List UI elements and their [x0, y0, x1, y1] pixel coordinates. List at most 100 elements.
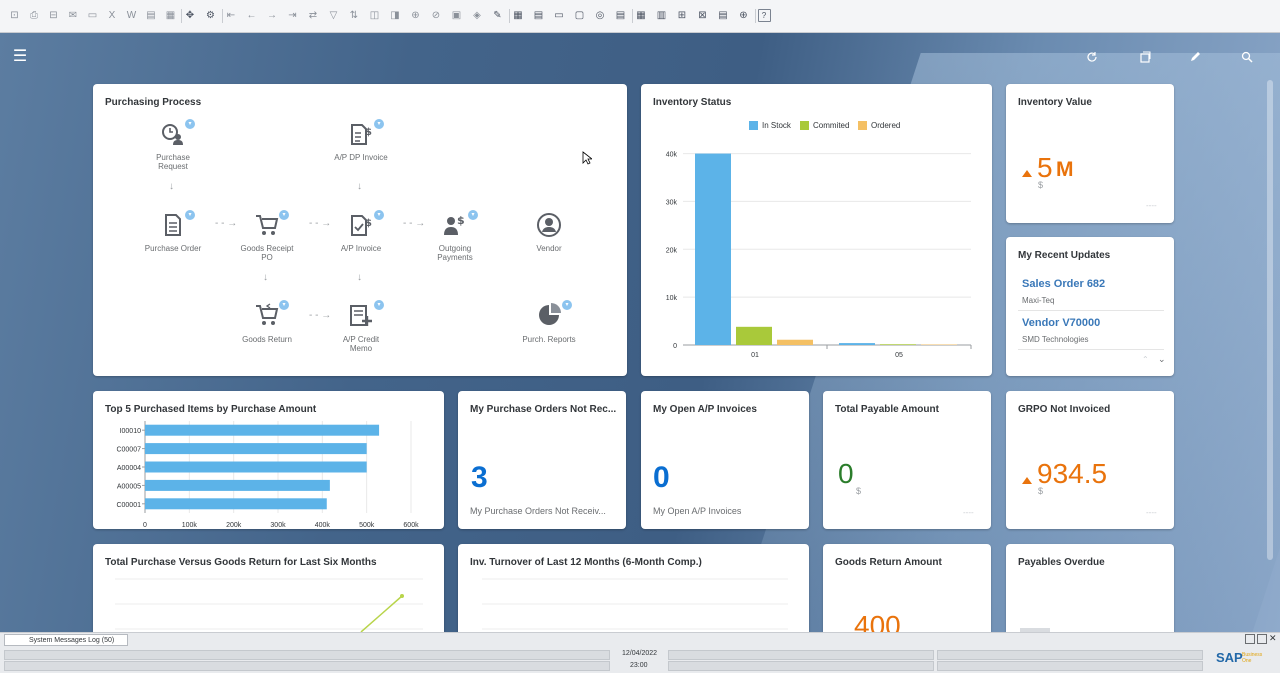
recent-item-link[interactable]: Vendor V70000 — [1022, 317, 1100, 329]
expand-icon[interactable]: ▾ — [185, 210, 195, 220]
service-icon[interactable]: ◎ — [594, 9, 607, 22]
target-document-icon[interactable]: ◨ — [389, 9, 402, 22]
goods-return-icon[interactable] — [254, 302, 280, 328]
grpo-not-invoiced-card[interactable]: GRPO Not Invoiced 934.5 $ ---- — [1006, 391, 1174, 529]
ap-invoice-icon[interactable]: $ — [348, 212, 374, 238]
base-document-icon[interactable]: ◫ — [368, 9, 381, 22]
browser-icon[interactable]: ⊕ — [737, 9, 750, 22]
cockpit-scrollbar[interactable] — [1267, 80, 1273, 560]
maximize-icon[interactable] — [1257, 634, 1267, 644]
ap-credit-memo-label[interactable]: A/P Credit Memo — [331, 335, 391, 353]
expand-icon[interactable]: ▾ — [562, 300, 572, 310]
copy-icon[interactable] — [1139, 51, 1151, 63]
print-preview-icon[interactable]: ⊟ — [47, 9, 60, 22]
expand-icon[interactable]: ▾ — [279, 210, 289, 220]
form-settings-icon[interactable]: ⊠ — [696, 9, 709, 22]
bar[interactable] — [145, 443, 367, 454]
bar[interactable] — [145, 462, 367, 473]
activity-icon[interactable]: ▢ — [573, 9, 586, 22]
total-payable-amount-card[interactable]: Total Payable Amount 0 $ ---- — [823, 391, 991, 529]
goods-return-amount-card[interactable]: Goods Return Amount 400 — [823, 544, 991, 632]
refresh-icon[interactable]: ⇄ — [307, 9, 320, 22]
payables-overdue-card[interactable]: Payables Overdue — [1006, 544, 1174, 632]
goods-return-label[interactable]: Goods Return — [237, 335, 297, 344]
calendar-icon[interactable]: ▦ — [512, 9, 525, 22]
expand-icon[interactable]: ▾ — [468, 210, 478, 220]
top5-purchased-items-chart[interactable]: 0100k200k300k400k500k600kI00010C00007A00… — [93, 391, 444, 529]
purchase-order-label[interactable]: Purchase Order — [143, 244, 203, 253]
ap-dp-invoice-icon[interactable]: $ — [348, 121, 374, 147]
ap-credit-memo-icon[interactable] — [348, 302, 374, 328]
goods-receipt-po-icon[interactable] — [254, 212, 280, 238]
refresh-icon[interactable] — [1086, 51, 1098, 63]
bar-commited[interactable] — [880, 344, 916, 345]
move-icon[interactable]: ✥ — [184, 9, 197, 22]
attach-icon[interactable]: ⊞ — [676, 9, 689, 22]
bar[interactable] — [145, 425, 379, 436]
inventory-value-card[interactable]: Inventory Value 5 M $ ---- — [1006, 84, 1174, 223]
purchase-order-icon[interactable] — [160, 212, 186, 238]
print-icon[interactable]: ⎙ — [28, 9, 41, 22]
inventory-status-chart[interactable]: 010k20k30k40k0105 — [641, 84, 992, 376]
close-icon[interactable]: ✕ — [1269, 633, 1277, 644]
draft-icon[interactable]: ✎ — [491, 9, 504, 22]
outgoing-payments-icon[interactable]: $ — [442, 212, 468, 238]
layout-icon[interactable]: ▥ — [655, 9, 668, 22]
chevron-down-icon[interactable]: ⌄ — [1158, 354, 1166, 365]
po-not-received-card[interactable]: My Purchase Orders Not Rec... 3 My Purch… — [458, 391, 626, 529]
query-icon[interactable]: ▤ — [532, 9, 545, 22]
lock-screen-icon[interactable]: ▦ — [164, 9, 177, 22]
bar-in-stock[interactable] — [695, 154, 731, 345]
filter-icon[interactable]: ▽ — [327, 9, 340, 22]
system-messages-tab[interactable]: System Messages Log (50) — [4, 634, 128, 646]
previous-record-icon[interactable]: ← — [245, 9, 258, 22]
sort-icon[interactable]: ⇅ — [348, 9, 361, 22]
inv-turnover-card[interactable]: Inv. Turnover of Last 12 Months (6-Month… — [458, 544, 809, 632]
expand-icon[interactable]: ▾ — [279, 300, 289, 310]
email-icon[interactable]: ✉ — [67, 9, 80, 22]
menu-icon[interactable]: ☰ — [9, 49, 31, 65]
vendor-icon[interactable] — [536, 212, 562, 238]
search-icon[interactable] — [1241, 51, 1253, 63]
help-icon[interactable]: ? — [758, 9, 771, 22]
purch-reports-label[interactable]: Purch. Reports — [509, 335, 589, 344]
first-record-icon[interactable]: ⇤ — [225, 9, 238, 22]
purchase-request-icon[interactable] — [160, 121, 186, 147]
goods-receipt-po-label[interactable]: Goods Receipt PO — [237, 244, 297, 262]
gross-profit-icon[interactable]: ⊘ — [430, 9, 443, 22]
bar[interactable] — [145, 498, 327, 509]
recent-item-link[interactable]: Sales Order 682 — [1022, 278, 1105, 290]
expand-icon[interactable]: ▾ — [374, 119, 384, 129]
sms-icon[interactable]: ▭ — [86, 9, 99, 22]
edit-icon[interactable] — [1189, 51, 1201, 63]
expand-icon[interactable]: ▾ — [185, 119, 195, 129]
settings-icon[interactable]: ⚙ — [204, 9, 217, 22]
next-record-icon[interactable]: → — [266, 9, 279, 22]
purchase-request-label[interactable]: Purchase Request — [143, 153, 203, 171]
purchase-vs-return-card[interactable]: Total Purchase Versus Goods Return for L… — [93, 544, 444, 632]
trans-journal-icon[interactable]: ▣ — [450, 9, 463, 22]
export-word-icon[interactable]: W — [125, 9, 138, 22]
expand-icon[interactable]: ▾ — [374, 210, 384, 220]
purch-reports-icon[interactable] — [536, 302, 562, 328]
payment-icon[interactable]: ◈ — [471, 9, 484, 22]
bar[interactable] — [145, 480, 330, 491]
crystal-icon[interactable]: ▦ — [635, 9, 648, 22]
report-icon[interactable]: ▤ — [614, 9, 627, 22]
message-icon[interactable]: ▭ — [553, 9, 566, 22]
scroll-up-icon[interactable]: ⌃ — [1142, 355, 1149, 364]
find-icon[interactable]: ⊡ — [8, 9, 21, 22]
restore-icon[interactable] — [1245, 634, 1255, 644]
vendor-label[interactable]: Vendor — [519, 244, 579, 253]
export-pdf-icon[interactable]: ▤ — [145, 9, 158, 22]
expand-icon[interactable]: ▾ — [374, 300, 384, 310]
ap-dp-invoice-label[interactable]: A/P DP Invoice — [321, 153, 401, 162]
ap-invoice-label[interactable]: A/P Invoice — [331, 244, 391, 253]
outgoing-payments-label[interactable]: Outgoing Payments — [425, 244, 485, 262]
bar-ordered[interactable] — [777, 340, 813, 345]
related-icon[interactable]: ⊕ — [409, 9, 422, 22]
bar-commited[interactable] — [736, 327, 772, 345]
bar-in-stock[interactable] — [839, 343, 875, 345]
last-record-icon[interactable]: ⇥ — [286, 9, 299, 22]
export-excel-icon[interactable]: X — [106, 9, 119, 22]
